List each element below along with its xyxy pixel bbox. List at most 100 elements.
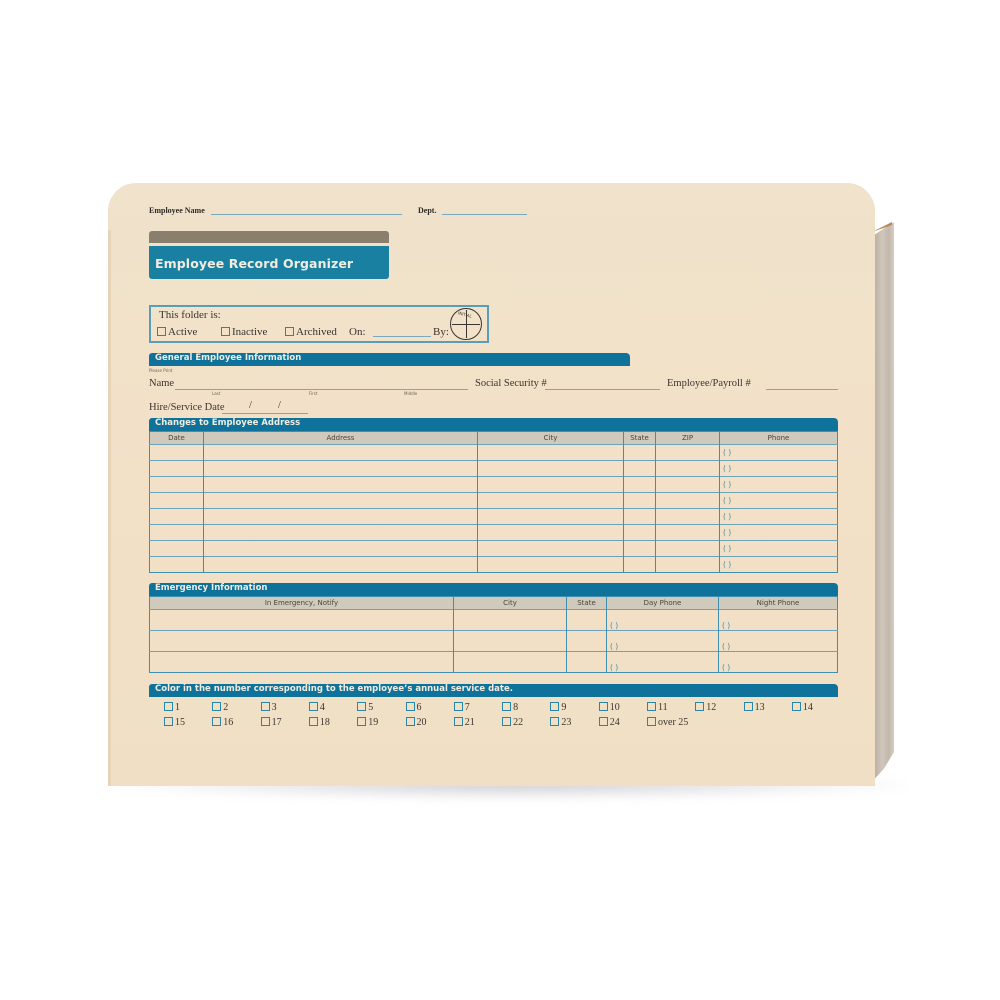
hire-date-field[interactable] (222, 413, 308, 414)
phone-cell[interactable]: ( ) (719, 556, 838, 573)
phone-cell[interactable]: ( ) (719, 460, 838, 477)
checkbox[interactable] (260, 717, 270, 726)
checkbox[interactable] (164, 702, 173, 711)
status-inactive-option[interactable]: Inactive (221, 326, 267, 338)
zip-cell[interactable] (655, 524, 720, 541)
checkbox-archived[interactable] (285, 327, 294, 336)
checkbox[interactable] (647, 702, 656, 711)
status-active-option[interactable]: Active (157, 326, 197, 338)
day-phone-cell[interactable]: ( ) (606, 609, 719, 631)
address-cell[interactable] (203, 460, 478, 477)
city-cell[interactable] (477, 476, 624, 493)
phone-cell[interactable]: ( ) (719, 492, 838, 509)
day-phone-cell[interactable]: ( ) (606, 630, 719, 652)
address-cell[interactable] (203, 492, 478, 509)
service-year-option[interactable]: 7 (453, 702, 470, 713)
city-cell[interactable] (477, 444, 624, 461)
city-cell[interactable] (477, 556, 624, 573)
state-cell[interactable] (623, 540, 656, 557)
address-cell[interactable] (203, 508, 478, 525)
phone-cell[interactable]: ( ) (719, 508, 838, 525)
state-cell[interactable] (623, 444, 656, 461)
city-cell[interactable] (477, 540, 624, 557)
city-cell[interactable] (477, 460, 624, 477)
service-year-option[interactable]: 5 (357, 702, 373, 713)
state-cell[interactable] (623, 492, 656, 509)
service-year-option[interactable]: 20 (405, 717, 427, 728)
checkbox[interactable] (502, 717, 512, 726)
phone-cell[interactable]: ( ) (719, 476, 838, 493)
service-year-option[interactable]: 11 (647, 702, 668, 713)
date-cell[interactable] (149, 556, 204, 573)
date-cell[interactable] (149, 460, 204, 477)
checkbox-inactive[interactable] (221, 327, 230, 336)
service-year-option[interactable]: 1 (164, 702, 180, 713)
service-year-option[interactable]: 14 (791, 702, 813, 713)
state-cell[interactable] (623, 460, 656, 477)
zip-cell[interactable] (655, 444, 720, 461)
checkbox[interactable] (357, 717, 367, 726)
emg-state-cell[interactable] (566, 630, 607, 652)
on-date-field[interactable] (373, 336, 431, 337)
state-cell[interactable] (623, 556, 656, 573)
checkbox[interactable] (598, 717, 608, 726)
checkbox[interactable] (164, 717, 173, 726)
day-phone-cell[interactable]: ( ) (606, 651, 719, 673)
service-year-option[interactable]: 2 (212, 702, 228, 713)
state-cell[interactable] (623, 476, 656, 493)
notify-cell[interactable] (149, 609, 454, 631)
night-phone-cell[interactable]: ( ) (718, 630, 838, 652)
service-year-option[interactable]: 17 (260, 717, 282, 728)
service-year-option[interactable]: 8 (502, 702, 518, 713)
checkbox[interactable] (212, 717, 222, 726)
date-cell[interactable] (149, 540, 204, 557)
service-year-option[interactable]: 12 (695, 702, 716, 713)
city-cell[interactable] (477, 492, 624, 509)
service-year-option[interactable]: 19 (357, 717, 378, 728)
zip-cell[interactable] (655, 540, 720, 557)
emg-state-cell[interactable] (566, 651, 607, 673)
address-cell[interactable] (203, 444, 478, 461)
checkbox[interactable] (743, 702, 753, 711)
service-year-option[interactable]: 23 (550, 717, 571, 728)
zip-cell[interactable] (655, 556, 720, 573)
notify-cell[interactable] (149, 630, 454, 652)
service-year-option[interactable]: 24 (598, 717, 620, 728)
city-cell[interactable] (477, 508, 624, 525)
checkbox[interactable] (260, 702, 270, 711)
checkbox[interactable] (647, 717, 656, 726)
zip-cell[interactable] (655, 460, 720, 477)
zip-cell[interactable] (655, 492, 720, 509)
checkbox[interactable] (212, 702, 222, 711)
date-cell[interactable] (149, 492, 204, 509)
city-cell[interactable] (477, 524, 624, 541)
checkbox[interactable] (550, 717, 560, 726)
zip-cell[interactable] (655, 476, 720, 493)
status-archived-option[interactable]: Archived (285, 326, 337, 338)
emg-city-cell[interactable] (453, 651, 567, 673)
address-cell[interactable] (203, 476, 478, 493)
zip-cell[interactable] (655, 508, 720, 525)
service-year-option[interactable]: 13 (743, 702, 765, 713)
service-year-option[interactable]: 10 (598, 702, 620, 713)
service-year-option[interactable]: 15 (164, 717, 185, 728)
checkbox[interactable] (695, 702, 705, 711)
service-year-option[interactable]: over 25 (647, 717, 688, 728)
dept-field[interactable] (442, 214, 527, 215)
service-year-option[interactable]: 4 (308, 702, 325, 713)
emg-city-cell[interactable] (453, 609, 567, 631)
phone-cell[interactable]: ( ) (719, 540, 838, 557)
payroll-field[interactable] (766, 389, 838, 390)
checkbox[interactable] (453, 717, 463, 726)
phone-cell[interactable]: ( ) (719, 524, 838, 541)
night-phone-cell[interactable]: ( ) (718, 651, 838, 673)
checkbox[interactable] (502, 702, 512, 711)
notify-cell[interactable] (149, 651, 454, 673)
night-phone-cell[interactable]: ( ) (718, 609, 838, 631)
checkbox[interactable] (550, 702, 560, 711)
phone-cell[interactable]: ( ) (719, 444, 838, 461)
service-year-option[interactable]: 18 (308, 717, 330, 728)
service-year-option[interactable]: 16 (212, 717, 233, 728)
address-cell[interactable] (203, 540, 478, 557)
state-cell[interactable] (623, 524, 656, 541)
